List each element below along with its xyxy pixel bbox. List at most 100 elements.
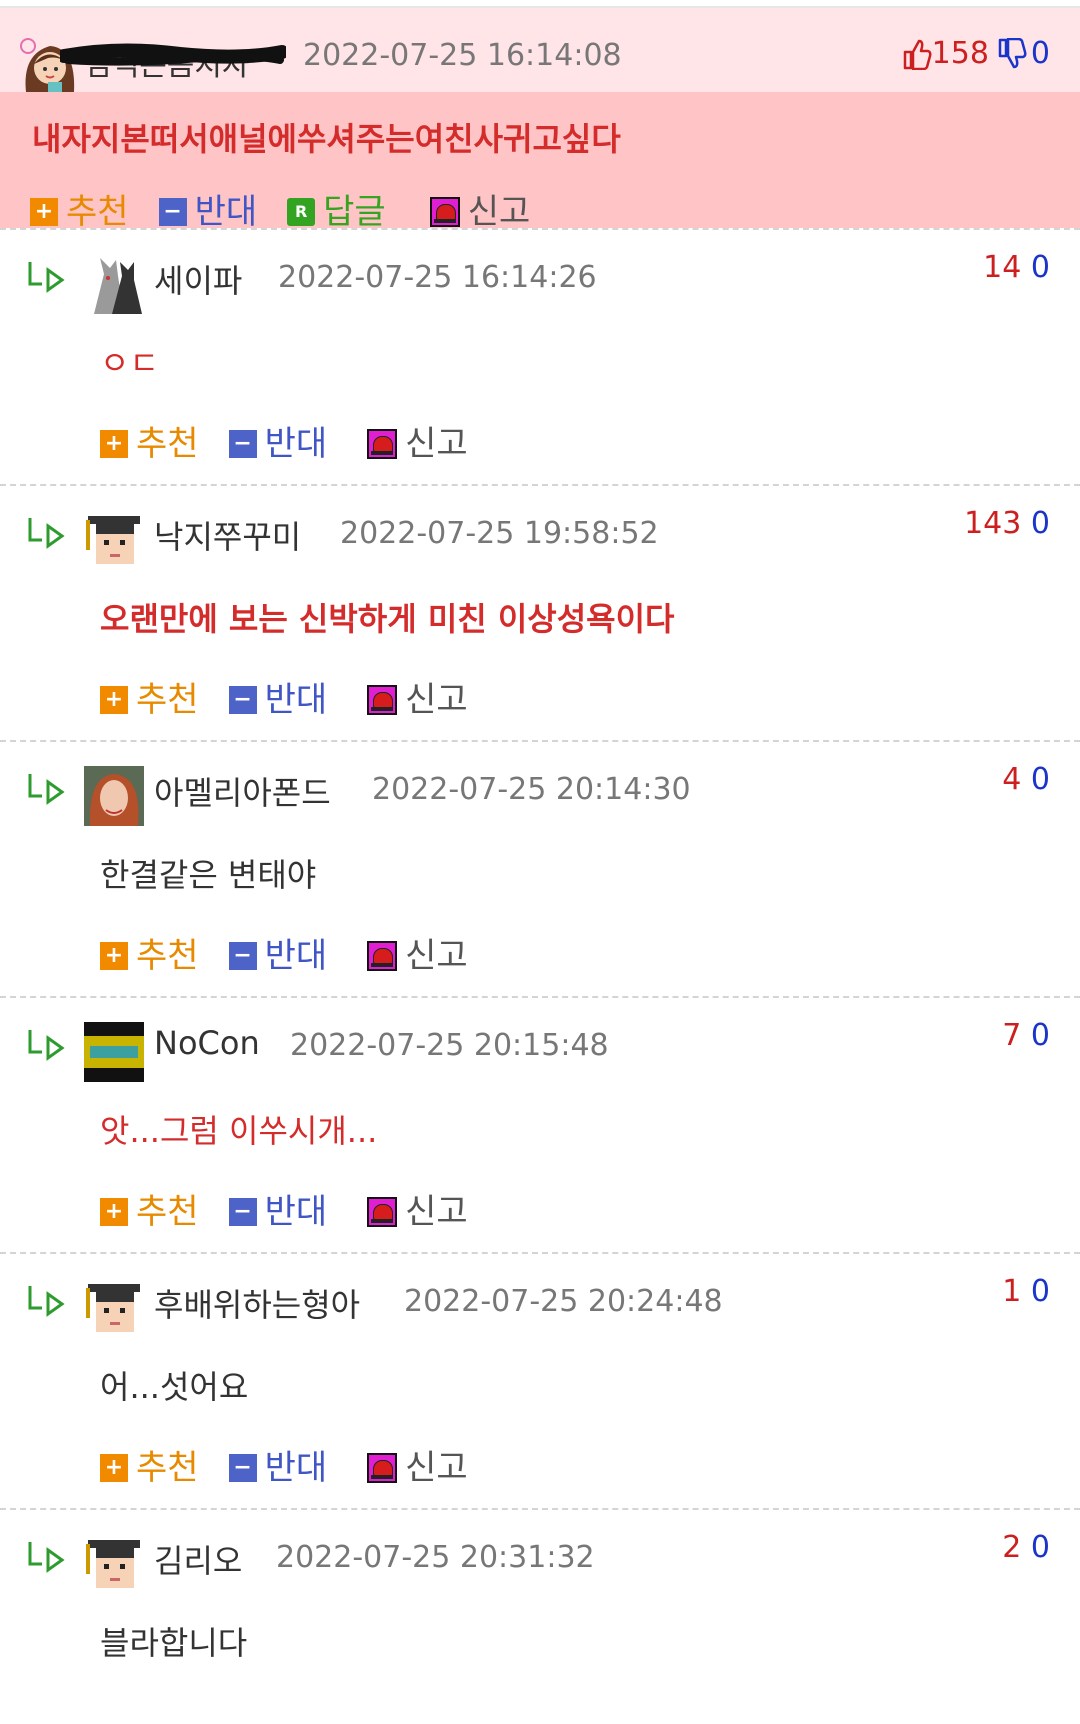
minus-icon: −	[228, 941, 257, 970]
report-button[interactable]: 신고	[367, 1440, 468, 1489]
oppose-button[interactable]: − 반대	[228, 1184, 327, 1233]
recommend-label: 추천	[136, 1192, 199, 1232]
reply-votes: 1 0	[1002, 1274, 1050, 1309]
reply-text: 어...섯어요	[100, 1368, 249, 1406]
recommend-button[interactable]: + 추천	[100, 416, 199, 465]
thumbs-up-icon[interactable]	[902, 38, 932, 70]
redaction-scribble	[60, 43, 286, 66]
main-actions: + 추천 − 반대 R 답글 신고	[30, 184, 560, 233]
reply-arrow-icon	[28, 262, 65, 293]
recommend-label: 추천	[136, 680, 199, 720]
siren-icon	[367, 940, 398, 971]
reply-up-count[interactable]: 143	[964, 506, 1021, 541]
reply-button[interactable]: R 답글	[287, 184, 386, 233]
recommend-button[interactable]: + 추천	[100, 1440, 199, 1489]
main-comment-body: 내자지본떠서애널에쑤셔주는여친사귀고싶다 + 추천 − 반대 R 답글 신고	[0, 92, 1080, 232]
report-button[interactable]: 신고	[367, 672, 468, 721]
main-down-count: 0	[1030, 36, 1050, 71]
report-label: 신고	[405, 680, 468, 720]
plus-icon: +	[30, 197, 58, 226]
recommend-button[interactable]: + 추천	[100, 672, 199, 721]
report-label: 신고	[405, 424, 468, 464]
minus-icon: −	[158, 197, 187, 226]
main-comment-text: 내자지본떠서애널에쑤셔주는여친사귀고싶다	[32, 120, 621, 158]
reply-nickname[interactable]: 세이파	[154, 256, 242, 302]
reply-down-count[interactable]: 0	[1031, 762, 1050, 797]
recommend-label: 추천	[136, 424, 199, 464]
reply-text: 앗...그럼 이쑤시개...	[100, 1112, 378, 1150]
cats-avatar-icon[interactable]	[84, 254, 144, 314]
reply-arrow-icon	[28, 1542, 65, 1573]
thumbs-down-icon[interactable]	[997, 37, 1027, 70]
reply-item: 아멜리아폰드 2022-07-25 20:14:30 4 0 한결같은 변태야 …	[0, 742, 1080, 998]
plus-icon: +	[100, 429, 128, 458]
graduate-avatar-icon[interactable]	[84, 510, 144, 570]
reply-label: 답글	[323, 192, 386, 232]
reply-up-count[interactable]: 1	[1002, 1274, 1021, 1309]
oppose-button[interactable]: − 반대	[158, 184, 257, 233]
reply-arrow-icon	[28, 774, 65, 805]
reply-nickname[interactable]: 아멜리아폰드	[154, 768, 331, 814]
reply-item: NoCon 2022-07-25 20:15:48 7 0 앗...그럼 이쑤시…	[0, 998, 1080, 1254]
reply-votes: 143 0	[964, 506, 1050, 541]
report-label: 신고	[405, 1192, 468, 1232]
reply-r-icon: R	[287, 197, 316, 226]
graduate-avatar-icon[interactable]	[84, 1278, 144, 1338]
reply-up-count[interactable]: 2	[1002, 1530, 1021, 1565]
oppose-button[interactable]: − 반대	[228, 672, 328, 721]
reply-nickname[interactable]: 김리오	[154, 1536, 242, 1582]
reply-down-count[interactable]: 0	[1031, 1274, 1050, 1309]
reply-up-count[interactable]: 14	[983, 250, 1021, 285]
reply-down-count[interactable]: 0	[1031, 250, 1050, 285]
recommend-button[interactable]: + 추천	[100, 1184, 199, 1233]
plus-icon: +	[100, 1197, 128, 1226]
reply-date: 2022-07-25 20:24:48	[404, 1284, 723, 1319]
reply-down-count[interactable]: 0	[1031, 1530, 1050, 1565]
minus-icon: −	[228, 1197, 257, 1226]
reply-list: 세이파 2022-07-25 16:14:26 14 0 ㅇㄷ + 추천 − 반…	[0, 230, 1080, 1710]
reply-item: 김리오 2022-07-25 20:31:32 2 0 블라합니다	[0, 1510, 1080, 1710]
reply-text: ㅇㄷ	[100, 344, 159, 382]
reply-date: 2022-07-25 16:14:26	[278, 260, 597, 295]
reply-nickname[interactable]: 후배위하는형아	[154, 1280, 360, 1326]
siren-icon	[367, 1196, 398, 1227]
photo-avatar-icon[interactable]	[84, 766, 144, 826]
report-label: 신고	[467, 192, 531, 232]
oppose-label: 반대	[264, 680, 328, 720]
reply-actions: + 추천 − 반대 신고	[100, 416, 498, 465]
report-label: 신고	[405, 1448, 468, 1488]
main-date: 2022-07-25 16:14:08	[303, 38, 622, 73]
main-votes: 158 0	[902, 36, 1050, 71]
recommend-button[interactable]: + 추천	[30, 184, 129, 233]
reply-date: 2022-07-25 20:31:32	[276, 1540, 595, 1575]
oppose-button[interactable]: − 반대	[228, 928, 327, 977]
siren-icon	[367, 428, 398, 459]
reply-nickname[interactable]: 낙지쭈꾸미	[154, 512, 301, 558]
reply-date: 2022-07-25 20:14:30	[372, 772, 691, 807]
reply-text: 한결같은 변태야	[100, 856, 317, 894]
recommend-button[interactable]: + 추천	[100, 928, 199, 977]
reply-up-count[interactable]: 4	[1002, 762, 1021, 797]
report-button[interactable]: 신고	[367, 416, 468, 465]
reply-down-count[interactable]: 0	[1031, 506, 1050, 541]
nocon-avatar-icon[interactable]	[84, 1022, 144, 1082]
reply-text: 오랜만에 보는 신박하게 미친 이상성욕이다	[100, 600, 675, 638]
plus-icon: +	[100, 685, 128, 714]
graduate-avatar-icon[interactable]	[84, 1534, 144, 1594]
reply-arrow-icon	[28, 518, 65, 549]
report-button[interactable]: 신고	[367, 928, 468, 977]
oppose-button[interactable]: − 반대	[228, 416, 327, 465]
reply-nickname[interactable]: NoCon	[154, 1024, 260, 1062]
minus-icon: −	[228, 685, 257, 714]
reply-item: 후배위하는형아 2022-07-25 20:24:48 1 0 어...섯어요 …	[0, 1254, 1080, 1510]
reply-date: 2022-07-25 20:15:48	[290, 1028, 609, 1063]
reply-down-count[interactable]: 0	[1031, 1018, 1050, 1053]
reply-date: 2022-07-25 19:58:52	[340, 516, 659, 551]
report-label: 신고	[405, 936, 468, 976]
oppose-button[interactable]: − 반대	[228, 1440, 327, 1489]
reply-item: 낙지쭈꾸미 2022-07-25 19:58:52 143 0 오랜만에 보는 …	[0, 486, 1080, 742]
report-button[interactable]: 신고	[429, 184, 531, 233]
reply-up-count[interactable]: 7	[1002, 1018, 1021, 1053]
report-button[interactable]: 신고	[367, 1184, 468, 1233]
minus-icon: −	[228, 1453, 257, 1482]
